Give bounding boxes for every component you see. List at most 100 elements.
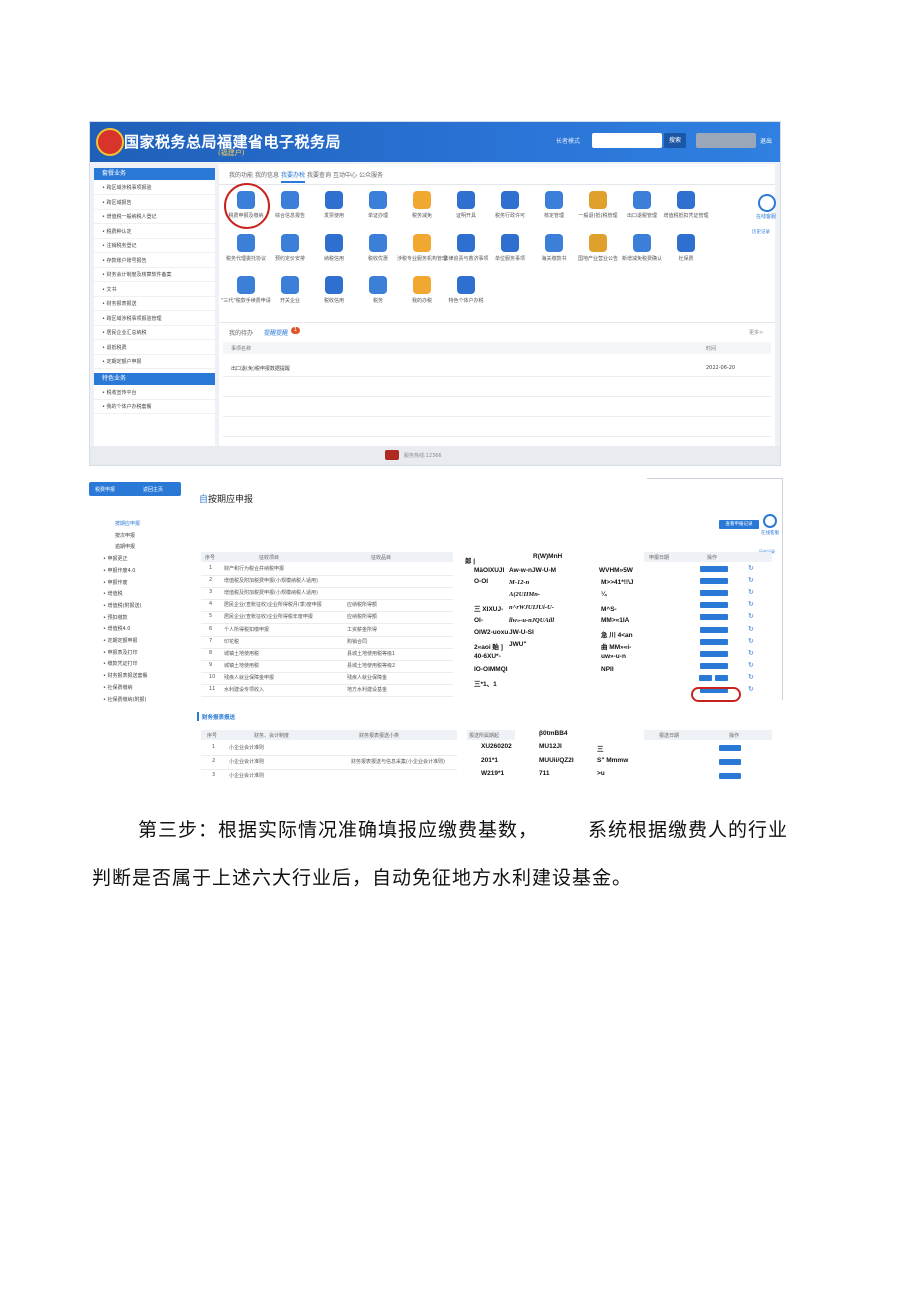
view-records-button[interactable]: 查看申报记录 bbox=[719, 520, 759, 529]
declaration-menu-item[interactable]: 按次申报 bbox=[115, 532, 135, 539]
refresh-icon[interactable]: ↻ bbox=[748, 637, 754, 645]
sidebar-item[interactable]: • 跨区域涉税事项报验 bbox=[94, 182, 215, 195]
search-button[interactable]: 搜索 bbox=[664, 133, 686, 148]
service-icon[interactable] bbox=[413, 191, 431, 209]
service-icon[interactable] bbox=[369, 191, 387, 209]
refresh-icon[interactable]: ↻ bbox=[748, 576, 754, 584]
service-icon[interactable] bbox=[501, 191, 519, 209]
notice-row-name[interactable]: 出口退(免)税申报数据提醒 bbox=[231, 365, 290, 372]
service-icon[interactable] bbox=[589, 191, 607, 209]
sidebar-item[interactable]: • 居民企业汇总纳税 bbox=[94, 327, 215, 340]
service-icon[interactable] bbox=[325, 191, 343, 209]
row-action-button[interactable] bbox=[700, 602, 728, 609]
row-action-button[interactable] bbox=[700, 590, 728, 597]
service-label[interactable]: 特色个体户办税 bbox=[438, 298, 494, 304]
service-icon[interactable] bbox=[325, 276, 343, 294]
sidebar-item[interactable]: • 退抵税费 bbox=[94, 342, 215, 355]
sidebar-item[interactable]: • 税费种认定 bbox=[94, 226, 215, 239]
sidebar-item[interactable]: • 我的个体户办税套餐 bbox=[94, 401, 215, 414]
service-icon[interactable] bbox=[237, 234, 255, 252]
refresh-icon[interactable]: ↻ bbox=[748, 564, 754, 572]
nav-declaration[interactable]: 税费申报 bbox=[95, 486, 115, 493]
declaration-menu-item[interactable]: • 财务报表报送套餐 bbox=[103, 672, 148, 679]
service-icon[interactable] bbox=[677, 234, 695, 252]
sidebar-item[interactable]: • 财务报表报送 bbox=[94, 298, 215, 311]
declaration-menu-item[interactable]: • 增值税(附报送) bbox=[103, 602, 141, 609]
row-action-button[interactable] bbox=[700, 662, 728, 669]
service-icon[interactable] bbox=[545, 234, 563, 252]
refresh-icon[interactable]: ↻ bbox=[748, 600, 754, 608]
declaration-menu-item[interactable]: • 预扣缴款 bbox=[103, 614, 128, 621]
declaration-menu-item[interactable]: • 申报作废 bbox=[103, 579, 128, 586]
service-icon[interactable] bbox=[545, 191, 563, 209]
service-icon[interactable] bbox=[413, 234, 431, 252]
sidebar-item[interactable]: • 注销税务登记 bbox=[94, 240, 215, 253]
declaration-menu-item[interactable]: • 缴款凭证打印 bbox=[103, 660, 138, 667]
tab-2[interactable]: 我要办税 bbox=[281, 170, 306, 183]
service-icon[interactable] bbox=[281, 276, 299, 294]
row-action-button[interactable] bbox=[700, 626, 728, 633]
online-service-label-2[interactable]: 在线客服 bbox=[760, 530, 780, 536]
row-action-button[interactable] bbox=[699, 674, 712, 681]
notice-tab-todo[interactable]: 我的待办 bbox=[229, 328, 253, 337]
refresh-icon[interactable]: ↻ bbox=[748, 673, 754, 681]
sidebar-item[interactable]: • 跨区域涉税事项报验管理 bbox=[94, 313, 215, 326]
sidebar-item[interactable]: • 跨区域报告 bbox=[94, 197, 215, 210]
row-action-button[interactable] bbox=[700, 638, 728, 645]
notice-tab-remind[interactable]: 提醒提醒 bbox=[264, 328, 288, 337]
elder-mode-link[interactable]: 长者模式 bbox=[556, 136, 580, 145]
declaration-menu-item[interactable]: • 申报表及打印 bbox=[103, 649, 138, 656]
sidebar-item[interactable]: • 定期定额户申报 bbox=[94, 356, 215, 369]
service-icon[interactable] bbox=[369, 276, 387, 294]
service-icon[interactable] bbox=[457, 191, 475, 209]
declaration-menu-item[interactable]: • 申报更正 bbox=[103, 555, 128, 562]
tab-4[interactable]: 互动中心 bbox=[333, 170, 357, 179]
report-action-button[interactable] bbox=[719, 759, 741, 765]
sidebar-item[interactable]: • 存款账户账号报告 bbox=[94, 255, 215, 268]
service-icon[interactable] bbox=[281, 191, 299, 209]
service-label[interactable]: 社保费 bbox=[658, 256, 714, 262]
service-icon[interactable] bbox=[677, 191, 695, 209]
search-input[interactable] bbox=[592, 133, 662, 148]
service-icon[interactable] bbox=[325, 234, 343, 252]
declaration-menu-item[interactable]: • 定期定额申报 bbox=[103, 637, 138, 644]
declaration-menu-item[interactable]: • 增值税 bbox=[103, 590, 123, 597]
sidebar-item[interactable]: • 财务会计制度及核算软件备案 bbox=[94, 269, 215, 282]
refresh-icon[interactable]: ↻ bbox=[748, 685, 754, 693]
declaration-menu-item[interactable]: • 社保费缴纳(附报) bbox=[103, 696, 146, 703]
declaration-menu-item[interactable]: • 申报作废4.0 bbox=[103, 567, 136, 574]
row-action-button[interactable] bbox=[700, 614, 728, 621]
service-icon[interactable] bbox=[457, 234, 475, 252]
report-action-button[interactable] bbox=[719, 745, 741, 751]
service-label[interactable]: 增值税抵扣凭证管理 bbox=[658, 213, 714, 219]
tab-5[interactable]: 公众服务 bbox=[359, 170, 383, 179]
sidebar-item[interactable]: • 文书 bbox=[94, 284, 215, 297]
row-action-button[interactable] bbox=[700, 650, 728, 657]
refresh-icon[interactable]: ↻ bbox=[748, 612, 754, 620]
more-link[interactable]: 更多> bbox=[749, 329, 763, 336]
sidebar-item[interactable]: • 税收宣传平台 bbox=[94, 387, 215, 400]
declaration-menu-item[interactable]: 逾期申报 bbox=[115, 543, 135, 550]
nav-home[interactable]: 返回主页 bbox=[143, 486, 163, 493]
service-icon[interactable] bbox=[281, 234, 299, 252]
service-icon[interactable] bbox=[237, 276, 255, 294]
service-icon[interactable] bbox=[633, 234, 651, 252]
logout-link[interactable]: 退出 bbox=[760, 136, 772, 145]
declaration-menu-item[interactable]: • 社保费缴纳 bbox=[103, 684, 133, 691]
declaration-menu-item[interactable]: • 增值税4.0 bbox=[103, 625, 131, 632]
service-icon[interactable] bbox=[413, 276, 431, 294]
refresh-icon[interactable]: ↻ bbox=[748, 649, 754, 657]
row-action-button[interactable] bbox=[700, 578, 728, 585]
service-icon[interactable] bbox=[633, 191, 651, 209]
sidebar-item[interactable]: • 增值税一般纳税人登记 bbox=[94, 211, 215, 224]
service-icon[interactable] bbox=[457, 276, 475, 294]
service-icon[interactable] bbox=[501, 234, 519, 252]
online-service-icon[interactable] bbox=[758, 194, 776, 212]
tab-1[interactable]: 我的信息 bbox=[255, 170, 279, 179]
row-action-button[interactable] bbox=[700, 566, 728, 572]
service-icon[interactable] bbox=[589, 234, 607, 252]
tab-0[interactable]: 我的功能 bbox=[229, 170, 253, 179]
refresh-icon[interactable]: ↻ bbox=[748, 625, 754, 633]
tab-3[interactable]: 我要查询 bbox=[307, 170, 331, 179]
online-service-label[interactable]: 在线客服 bbox=[754, 213, 778, 220]
